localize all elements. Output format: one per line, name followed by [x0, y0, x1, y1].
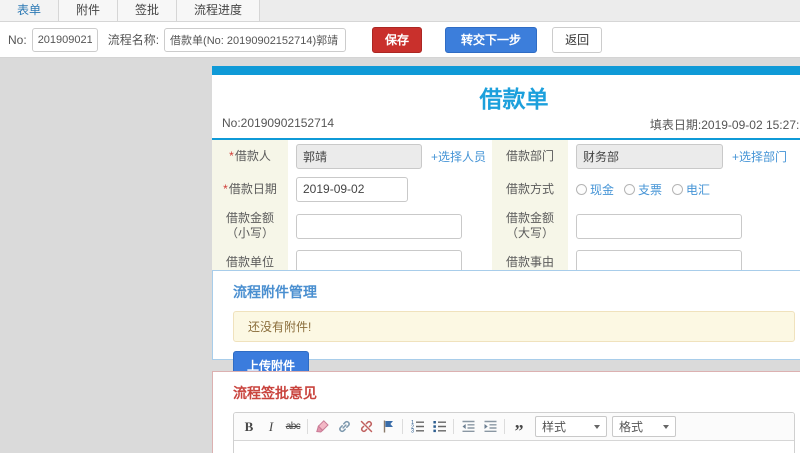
blockquote-icon: ”: [514, 420, 524, 441]
toolbar-separator: [402, 419, 403, 434]
tab-attachments[interactable]: 附件: [59, 0, 119, 21]
radio-icon: [576, 183, 587, 195]
styles-select[interactable]: 样式: [535, 416, 607, 437]
editor-body[interactable]: [234, 441, 794, 453]
amount-upper-input[interactable]: [576, 213, 742, 239]
attachments-panel: 流程附件管理 还没有附件! 上传附件: [212, 270, 800, 380]
borrower-input[interactable]: [296, 144, 422, 169]
tab-approval[interactable]: 签批: [118, 0, 178, 21]
loan-date-input[interactable]: [296, 176, 408, 202]
borrower-cell: +选择人员: [288, 140, 492, 173]
loan-method-label: 借款方式: [492, 173, 568, 205]
required-marker: *: [229, 149, 234, 163]
rich-text-editor: B I abc 1 2 3 ” 样式 格式: [233, 412, 795, 453]
numbered-list-icon: 123: [411, 420, 424, 434]
tab-progress[interactable]: 流程进度: [177, 0, 261, 21]
loan-form-panel: 借款单 No:20190902152714 填表日期:2019-09-02 15…: [212, 66, 800, 282]
radio-cash[interactable]: 现金: [576, 181, 614, 198]
svg-text:3: 3: [411, 429, 414, 434]
indent-button[interactable]: [479, 417, 501, 437]
link-icon: [338, 420, 350, 433]
chevron-down-icon: [594, 424, 600, 429]
loan-form-grid: *借款人 +选择人员 借款部门 +选择部门 *借款日期 借款方式: [212, 140, 800, 278]
toolbar-separator: [307, 419, 308, 434]
tab-bar: 表单 附件 签批 流程进度: [0, 0, 800, 22]
approval-heading: 流程签批意见: [233, 385, 317, 401]
toolbar-separator: [453, 419, 454, 434]
bulleted-list-icon: [432, 421, 446, 433]
doc-number: No:20190902152714: [222, 116, 335, 130]
content-area: 借款单 No:20190902152714 填表日期:2019-09-02 15…: [0, 59, 800, 453]
bold-icon: B: [244, 418, 254, 434]
format-select[interactable]: 格式: [612, 416, 676, 437]
italic-icon: I: [268, 418, 274, 434]
no-attachments-alert: 还没有附件!: [233, 311, 795, 342]
form-title: 借款单: [479, 86, 549, 112]
loan-method-radio-group: 现金 支票 电汇: [576, 181, 710, 198]
unlink-icon: [360, 420, 372, 433]
panel-top-bar: [212, 66, 800, 75]
chevron-down-icon: [663, 424, 669, 429]
loan-date-label: *借款日期: [212, 173, 288, 205]
toolbar-separator: [504, 419, 505, 434]
flag-icon: [383, 420, 393, 433]
strikethrough-icon: abc: [285, 421, 301, 432]
fill-date: 填表日期:2019-09-02 15:27:1: [649, 118, 800, 132]
bold-button[interactable]: B: [238, 417, 260, 437]
amount-lower-label: 借款金额（小写）: [212, 205, 288, 247]
outdent-button[interactable]: [457, 417, 479, 437]
loan-date-cell: [288, 173, 492, 205]
save-button[interactable]: 保存: [372, 26, 423, 53]
strikethrough-button[interactable]: abc: [282, 417, 304, 437]
editor-toolbar: B I abc 1 2 3 ” 样式 格式: [234, 413, 794, 441]
loan-method-cell: 现金 支票 电汇: [568, 173, 800, 205]
outdent-icon: [462, 420, 474, 432]
back-button[interactable]: 返回: [552, 26, 603, 53]
link-button[interactable]: [333, 417, 355, 437]
process-name-label: 流程名称:: [107, 33, 160, 47]
radio-icon: [624, 183, 636, 195]
blockquote-button[interactable]: ”: [508, 417, 530, 441]
process-name-input[interactable]: [164, 27, 347, 52]
next-step-button[interactable]: 转交下一步: [445, 26, 538, 53]
borrower-label: *借款人: [212, 140, 288, 173]
radio-cheque[interactable]: 支票: [624, 181, 662, 198]
select-person-link[interactable]: +选择人员: [431, 148, 486, 165]
amount-upper-cell: [568, 205, 800, 247]
amount-lower-input[interactable]: [296, 213, 462, 239]
required-marker: *: [223, 181, 228, 196]
remove-format-button[interactable]: [311, 417, 333, 437]
numbered-list-button[interactable]: 123: [406, 417, 428, 437]
amount-lower-cell: [288, 205, 492, 247]
unlink-button[interactable]: [355, 417, 377, 437]
amount-upper-label: 借款金额（大写）: [492, 205, 568, 247]
approval-panel: 流程签批意见 B I abc 1 2 3 ” 样式 格式: [212, 371, 800, 453]
no-label: No:: [8, 32, 27, 47]
indent-icon: [484, 420, 496, 432]
radio-wire[interactable]: 电汇: [672, 181, 710, 198]
eraser-icon: [315, 420, 329, 433]
department-input[interactable]: [576, 144, 723, 169]
format-select-label: 格式: [619, 420, 644, 434]
tab-form[interactable]: 表单: [0, 0, 60, 21]
bulleted-list-button[interactable]: [428, 417, 450, 437]
styles-select-label: 样式: [542, 420, 567, 434]
department-cell: +选择部门: [568, 140, 800, 173]
form-meta-row: No:20190902152714 填表日期:2019-09-02 15:27:…: [212, 116, 800, 138]
radio-icon: [672, 183, 684, 195]
italic-button[interactable]: I: [260, 417, 282, 437]
anchor-button[interactable]: [377, 417, 399, 437]
action-toolbar: No: 流程名称: 保存 转交下一步 返回: [0, 22, 800, 58]
department-label: 借款部门: [492, 140, 568, 173]
select-department-link[interactable]: +选择部门: [732, 148, 787, 165]
attachments-heading: 流程附件管理: [233, 284, 317, 300]
no-input[interactable]: [31, 27, 98, 52]
